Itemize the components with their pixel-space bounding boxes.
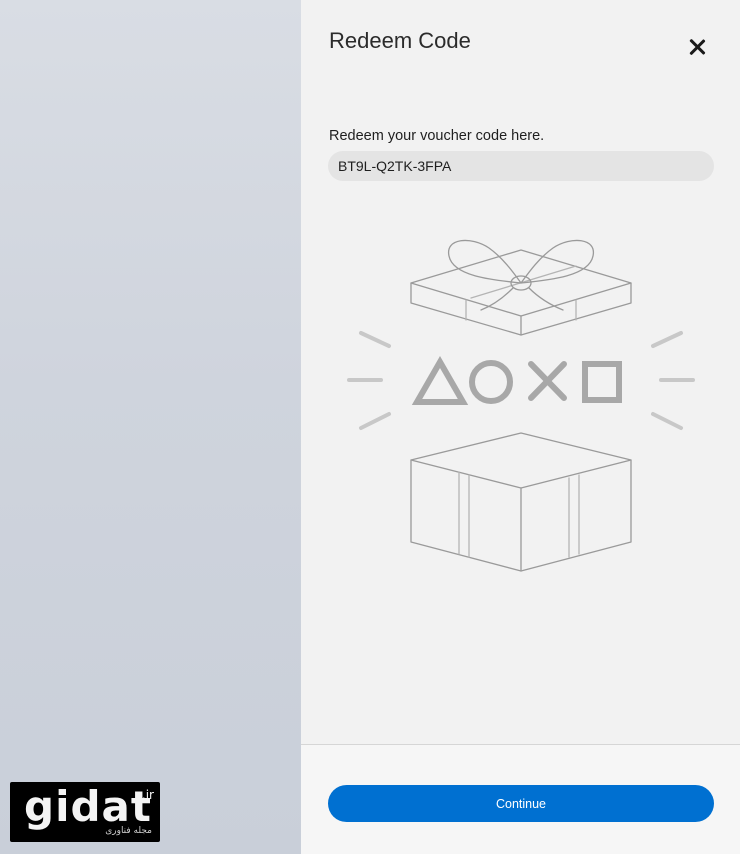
dialog-footer: Continue <box>301 745 740 854</box>
watermark-tld: .ir <box>141 788 154 802</box>
continue-button[interactable]: Continue <box>328 785 714 822</box>
voucher-prompt: Redeem your voucher code here. <box>329 128 545 144</box>
circle-icon <box>469 360 513 404</box>
cross-icon <box>528 361 567 401</box>
gift-illustration <box>347 239 695 572</box>
background-overlay <box>0 0 301 854</box>
voucher-code-input[interactable] <box>328 151 714 181</box>
dialog-title: Redeem Code <box>329 28 471 53</box>
watermark-brand: gidat <box>24 782 152 831</box>
gift-lid-icon <box>410 239 632 336</box>
watermark-logo: gidat .ir مجله فناوری <box>10 782 160 842</box>
square-icon <box>582 361 622 403</box>
close-icon[interactable] <box>686 36 708 58</box>
gift-box-icon <box>410 432 632 572</box>
redeem-code-dialog: Redeem Code Redeem your voucher code her… <box>301 0 740 854</box>
triangle-icon <box>411 355 469 405</box>
watermark-tagline: مجله فناوری <box>105 826 152 836</box>
